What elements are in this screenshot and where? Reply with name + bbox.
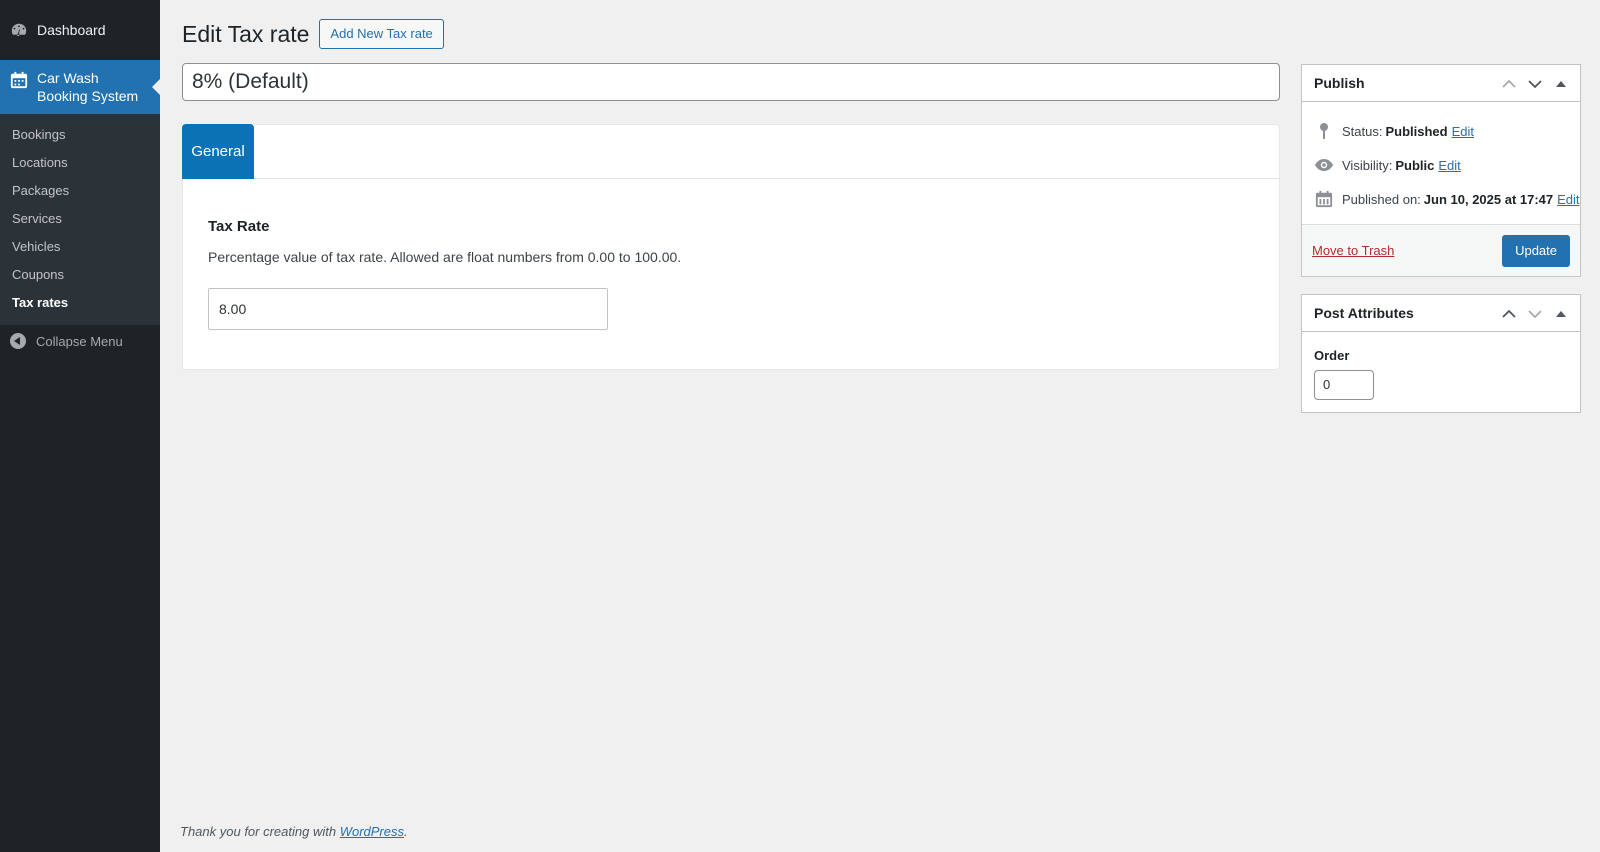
eye-icon [1314,155,1334,175]
order-input[interactable]: 0 [1314,370,1374,400]
status-value: Published [1385,123,1448,139]
menu-car-wash-booking[interactable]: Car Wash Booking System [0,60,160,114]
submenu-item-coupons[interactable]: Coupons [0,261,160,289]
meta-box-tabs: General [182,124,1279,179]
toggle-panel-icon[interactable] [1548,303,1574,325]
menu-car-wash-label: Car Wash Booking System [37,70,139,104]
calendar-icon [1314,189,1334,209]
main-content: Edit Tax rate Add New Tax rate 8% (Defau… [160,0,1600,852]
move-to-trash-link[interactable]: Move to Trash [1312,243,1394,258]
post-attributes-controls [1496,303,1574,325]
move-up-icon[interactable] [1496,303,1522,325]
submenu-item-bookings[interactable]: Bookings [0,121,160,149]
visibility-edit-link[interactable]: Edit [1438,158,1460,173]
tax-rate-field-description: Percentage value of tax rate. Allowed ar… [208,249,682,265]
submenu-item-services[interactable]: Services [0,205,160,233]
move-down-icon[interactable] [1522,73,1548,95]
major-publishing-actions: Move to Trash Update [1302,224,1580,276]
tax-rate-field-label: Tax Rate [208,218,270,235]
visibility-label: Visibility: [1342,157,1393,173]
collapse-menu-label: Collapse Menu [36,333,123,349]
tax-rate-meta-box: General Tax Rate Percentage value of tax… [182,124,1280,370]
published-on-row: Published on: Jun 10, 2025 at 17:47 Edit [1302,182,1580,216]
published-on-label: Published on: [1342,191,1421,207]
update-button[interactable]: Update [1502,234,1570,267]
pin-icon [1314,121,1334,141]
move-up-icon[interactable] [1496,73,1522,95]
post-attributes-header: Post Attributes [1302,295,1580,332]
submenu-item-locations[interactable]: Locations [0,149,160,177]
post-title-input[interactable]: 8% (Default) [182,63,1280,101]
status-row: Status: Published Edit [1302,114,1580,148]
add-new-tax-rate-button[interactable]: Add New Tax rate [319,19,444,49]
tab-general[interactable]: General [182,124,254,179]
footer: Thank you for creating with WordPress. [180,824,408,839]
collapse-arrow-icon [10,333,26,349]
toggle-panel-icon[interactable] [1548,73,1574,95]
status-edit-link[interactable]: Edit [1452,124,1474,139]
calendar-icon [9,70,29,90]
menu-dashboard[interactable]: Dashboard [0,0,160,60]
published-on-edit-link[interactable]: Edit [1557,192,1579,207]
submenu: Bookings Locations Packages Services Veh… [0,114,160,325]
admin-sidebar: Dashboard Car Wash Booking System Bookin… [0,0,160,852]
tax-rate-input[interactable]: 8.00 [208,288,608,330]
collapse-menu-button[interactable]: Collapse Menu [0,326,160,356]
wordpress-link[interactable]: WordPress [340,824,404,839]
menu-dashboard-label: Dashboard [37,22,106,38]
submenu-item-packages[interactable]: Packages [0,177,160,205]
submenu-item-vehicles[interactable]: Vehicles [0,233,160,261]
post-attributes-box: Post Attributes Order 0 [1301,294,1581,413]
footer-suffix: . [404,824,408,839]
published-on-value: Jun 10, 2025 at 17:47 [1423,191,1554,207]
submenu-item-tax-rates[interactable]: Tax rates [0,289,160,317]
publish-box-controls [1496,73,1574,95]
dashboard-icon [9,20,29,40]
order-label: Order [1314,348,1350,363]
status-label: Status: [1342,123,1383,139]
move-down-icon[interactable] [1522,303,1548,325]
publish-box: Publish Status: Published Edit Visibilit… [1301,64,1581,277]
publish-box-header: Publish [1302,65,1580,102]
post-attributes-title: Post Attributes [1314,305,1414,321]
page-title: Edit Tax rate [182,20,310,47]
publish-box-title: Publish [1314,75,1365,91]
footer-text: Thank you for creating with [180,824,337,839]
heading-row: Edit Tax rate Add New Tax rate [182,19,444,49]
visibility-value: Public [1395,157,1435,173]
visibility-row: Visibility: Public Edit [1302,148,1580,182]
current-menu-arrow [152,79,160,95]
publish-misc-actions: Status: Published Edit Visibility: Publi… [1302,102,1580,216]
